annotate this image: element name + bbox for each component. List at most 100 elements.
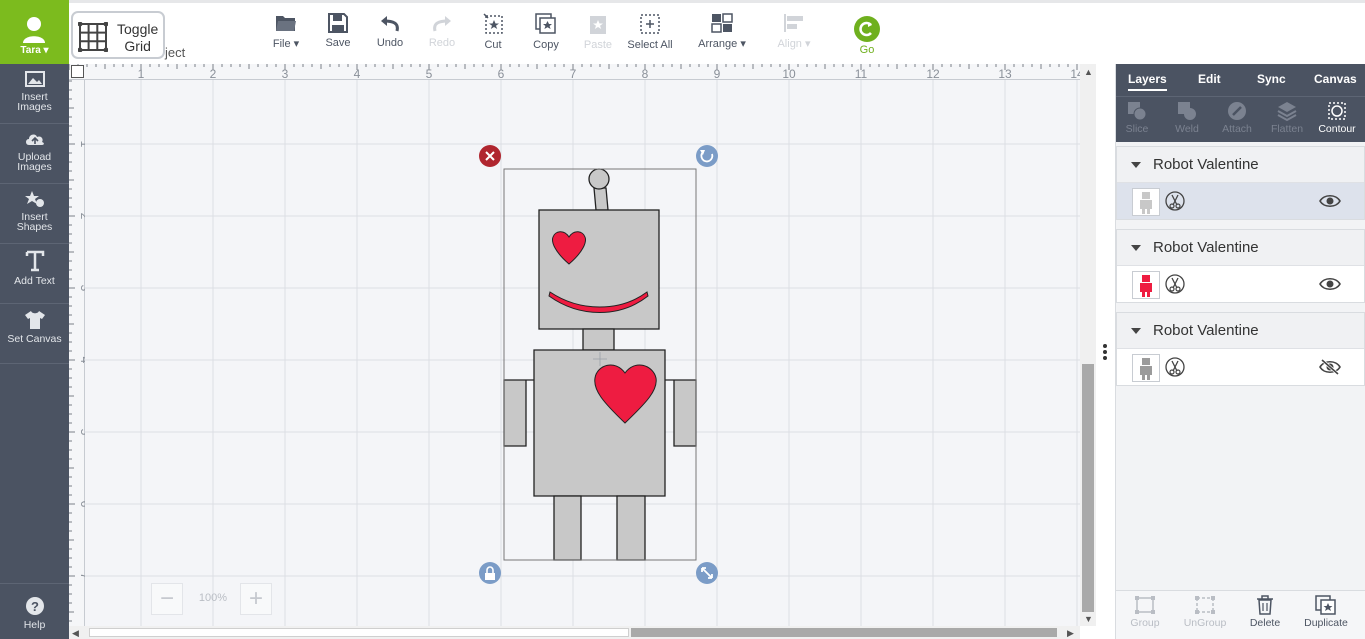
layer-group-title: Robot Valentine	[1153, 322, 1259, 339]
select-all-button[interactable]: Select All	[627, 13, 673, 51]
paste-button[interactable]: Paste	[582, 13, 614, 51]
ruler-label: 10	[782, 67, 796, 80]
tab-canvas[interactable]: Canvas	[1314, 72, 1357, 86]
contour-button[interactable]: Contour	[1312, 101, 1362, 135]
resize-handle[interactable]	[696, 562, 718, 584]
layer-group-header[interactable]: Robot Valentine	[1117, 147, 1364, 183]
go-button[interactable]	[854, 16, 880, 42]
cut-scissors-icon[interactable]	[1165, 357, 1185, 377]
collapse-caret-icon[interactable]	[1131, 328, 1141, 334]
robot-neck[interactable]	[582, 328, 615, 351]
ungroup-button[interactable]: UnGroup	[1180, 595, 1230, 629]
sidebar-label: Set Canvas	[7, 333, 62, 345]
ruler-label: 12	[926, 67, 940, 80]
tab-sync[interactable]: Sync	[1257, 72, 1286, 86]
weld-icon	[1178, 102, 1196, 120]
design-canvas[interactable]	[85, 80, 1080, 626]
delete-button[interactable]: Delete	[1246, 595, 1284, 629]
rotate-handle[interactable]	[696, 145, 718, 167]
robot-valentine-design[interactable]	[503, 168, 697, 561]
scroll-right-arrow[interactable]: ▶	[1067, 628, 1074, 638]
horizontal-scrollbar[interactable]: ◀ ▶	[69, 626, 1080, 639]
vertical-scroll-thumb[interactable]	[1082, 364, 1094, 612]
ruler-label: 4	[78, 357, 85, 364]
save-button[interactable]: Save	[324, 13, 352, 49]
zoom-control: − 100% +	[151, 583, 272, 615]
sidebar-item-add-text[interactable]: Add Text	[0, 244, 69, 304]
shapes-icon	[24, 191, 44, 207]
robot-thumbnail-icon	[1140, 192, 1152, 214]
ruler-label: 8	[642, 67, 649, 80]
robot-leg-right[interactable]	[616, 495, 646, 561]
go-arrow-icon	[859, 21, 872, 37]
ruler-top: 1234567891011121314	[68, 64, 1084, 81]
layer-row[interactable]	[1117, 349, 1364, 385]
panel-resize-handle[interactable]	[1096, 64, 1116, 639]
tshirt-icon	[24, 311, 45, 329]
sidebar-item-set-canvas[interactable]: Set Canvas	[0, 304, 69, 364]
sidebar-item-insert-images[interactable]: Insert Images	[0, 64, 69, 124]
sidebar-item-upload-images[interactable]: Upload Images	[0, 124, 69, 184]
tab-edit[interactable]: Edit	[1198, 72, 1221, 86]
align-menu-button[interactable]: Align ▾	[774, 13, 814, 50]
group-button[interactable]: Group	[1128, 595, 1162, 629]
layer-group-header[interactable]: Robot Valentine	[1117, 230, 1364, 266]
delete-handle[interactable]	[479, 145, 501, 167]
sidebar-item-insert-shapes[interactable]: Insert Shapes	[0, 184, 69, 244]
layer-group-3: Robot Valentine	[1116, 312, 1365, 386]
cut-button[interactable]: Cut	[481, 13, 505, 51]
layer-group-header[interactable]: Robot Valentine	[1117, 313, 1364, 349]
eye-icon[interactable]	[1319, 276, 1341, 292]
slice-button[interactable]: Slice	[1112, 101, 1162, 135]
eye-hidden-icon[interactable]	[1319, 359, 1341, 375]
ruler-label: 5	[78, 429, 85, 436]
user-menu[interactable]: Tara ▾	[0, 0, 69, 64]
file-menu-button[interactable]: File ▾	[269, 13, 303, 50]
help-button[interactable]: ? Help	[0, 583, 69, 639]
sidebar-label: Shapes	[16, 221, 53, 233]
layer-row[interactable]	[1117, 266, 1364, 302]
scroll-up-arrow[interactable]: ▲	[1084, 67, 1093, 77]
layer-row[interactable]	[1117, 183, 1364, 219]
horizontal-scroll-thumb[interactable]	[631, 628, 1057, 637]
attach-button[interactable]: Attach	[1212, 101, 1262, 135]
ruler-label: 4	[354, 67, 361, 80]
collapse-caret-icon[interactable]	[1131, 162, 1141, 168]
scroll-left-arrow[interactable]: ◀	[72, 628, 79, 638]
arrange-menu-button[interactable]: Arrange ▾	[696, 13, 748, 50]
panel-tabs: Layers Edit Sync Canvas	[1116, 64, 1365, 96]
layer-group-1: Robot Valentine	[1116, 146, 1365, 220]
ruler-corner[interactable]	[71, 65, 84, 78]
layer-group-title: Robot Valentine	[1153, 156, 1259, 173]
zoom-out-button[interactable]: −	[151, 583, 183, 615]
zoom-level: 100%	[198, 592, 228, 604]
zoom-in-button[interactable]: +	[240, 583, 272, 615]
cut-scissors-icon[interactable]	[1165, 274, 1185, 294]
help-icon: ?	[25, 597, 44, 615]
horizontal-scroll-track	[89, 628, 629, 637]
duplicate-button[interactable]: Duplicate	[1300, 595, 1352, 629]
vertical-scrollbar[interactable]: ▲ ▼	[1080, 64, 1096, 626]
lock-handle[interactable]	[479, 562, 501, 584]
ruler-label: 3	[78, 285, 85, 292]
undo-button[interactable]: Undo	[375, 13, 405, 49]
cut-scissors-icon[interactable]	[1165, 191, 1185, 211]
scroll-down-arrow[interactable]: ▼	[1084, 614, 1093, 624]
copy-button[interactable]: Copy	[531, 13, 561, 51]
robot-antenna-ball[interactable]	[588, 168, 610, 190]
weld-button[interactable]: Weld	[1162, 101, 1212, 135]
tab-layers[interactable]: Layers	[1128, 72, 1167, 91]
folder-icon	[276, 16, 296, 31]
robot-leg-left[interactable]	[553, 495, 582, 561]
ruler-label: 2	[210, 67, 217, 80]
robot-antenna[interactable]	[593, 187, 609, 211]
flatten-button[interactable]: Flatten	[1262, 101, 1312, 135]
sidebar-label: Images	[17, 161, 52, 173]
go-label: Go	[859, 44, 875, 56]
contour-icon	[1328, 102, 1346, 120]
toggle-grid-button[interactable]: Toggle Grid	[71, 11, 165, 59]
collapse-caret-icon[interactable]	[1131, 245, 1141, 251]
sidebar-label: Images	[17, 101, 52, 113]
redo-button[interactable]: Redo	[427, 13, 457, 49]
eye-icon[interactable]	[1319, 193, 1341, 209]
